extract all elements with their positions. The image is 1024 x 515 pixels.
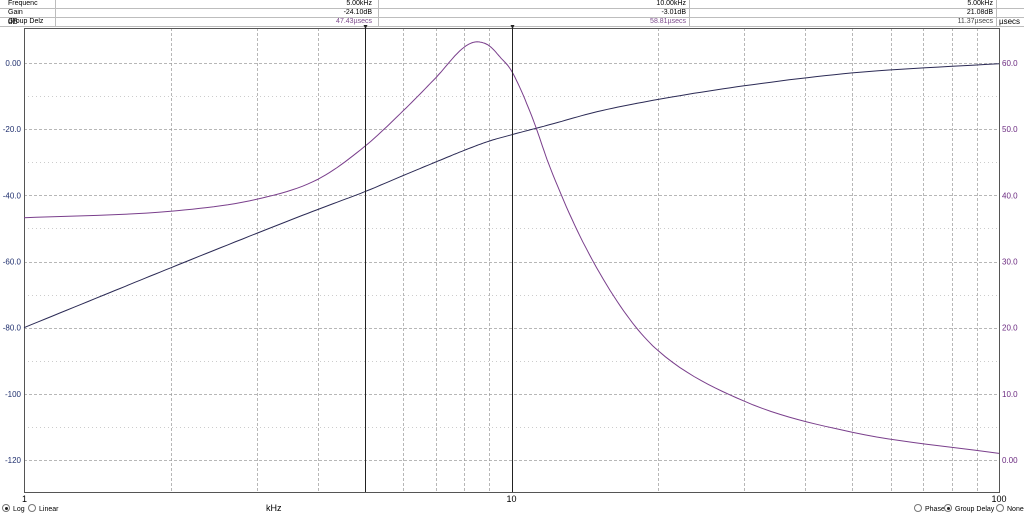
x-scale-linear-label: Linear xyxy=(39,506,59,513)
x-scale-linear-radio[interactable]: Linear xyxy=(28,504,58,514)
left-tick-label: -120 xyxy=(5,456,22,465)
trace-group-delay-radio[interactable]: Group Delay xyxy=(944,504,994,514)
left-axis-ticks: 0.00 -20.0 -40.0 -60.0 -80.0 -100 -120 xyxy=(3,59,22,465)
left-tick-label: -60.0 xyxy=(3,258,22,267)
readout-grid-lines xyxy=(0,0,1024,27)
radio-icon xyxy=(996,504,1004,512)
x-scale-log-radio[interactable]: Log xyxy=(2,504,25,514)
radio-icon xyxy=(28,504,36,512)
bottom-controls-bar: Log Linear kHz Phase Group Delay None xyxy=(0,502,1024,515)
x-axis-unit: kHz xyxy=(266,503,282,513)
trace-group-delay-label: Group Delay xyxy=(955,506,995,513)
trace-none-radio[interactable]: None xyxy=(996,504,1024,514)
trace-phase-radio[interactable]: Phase xyxy=(914,504,945,514)
radio-icon xyxy=(944,504,952,512)
left-axis-unit: dB xyxy=(8,17,18,26)
radio-icon xyxy=(2,504,10,512)
trace-none-label: None xyxy=(1007,506,1024,513)
left-tick-label: -80.0 xyxy=(3,324,22,333)
frequency-response-chart[interactable]: 0.00 -20.0 -40.0 -60.0 -80.0 -100 -120 60.0 50.… xyxy=(0,0,1024,515)
right-tick-label: 0.00 xyxy=(1002,456,1018,465)
right-tick-label: 60.0 xyxy=(1002,59,1018,68)
right-tick-label: 50.0 xyxy=(1002,125,1018,134)
left-tick-label: -20.0 xyxy=(3,125,22,134)
right-tick-label: 20.0 xyxy=(1002,324,1018,333)
x-scale-log-label: Log xyxy=(13,506,25,513)
chart-grid xyxy=(24,28,999,492)
right-axis-unit: µsecs xyxy=(999,17,1020,26)
left-tick-label: 0.00 xyxy=(5,59,21,68)
trace-phase-label: Phase xyxy=(925,506,945,513)
cursor-lines[interactable] xyxy=(363,25,515,492)
radio-icon xyxy=(914,504,922,512)
right-axis-ticks: 60.0 50.0 40.0 30.0 20.0 10.0 0.00 xyxy=(1002,59,1018,465)
right-tick-label: 40.0 xyxy=(1002,191,1018,200)
right-tick-label: 10.0 xyxy=(1002,390,1018,399)
left-tick-label: -100 xyxy=(5,390,22,399)
left-tick-label: -40.0 xyxy=(3,191,22,200)
right-tick-label: 30.0 xyxy=(1002,258,1018,267)
